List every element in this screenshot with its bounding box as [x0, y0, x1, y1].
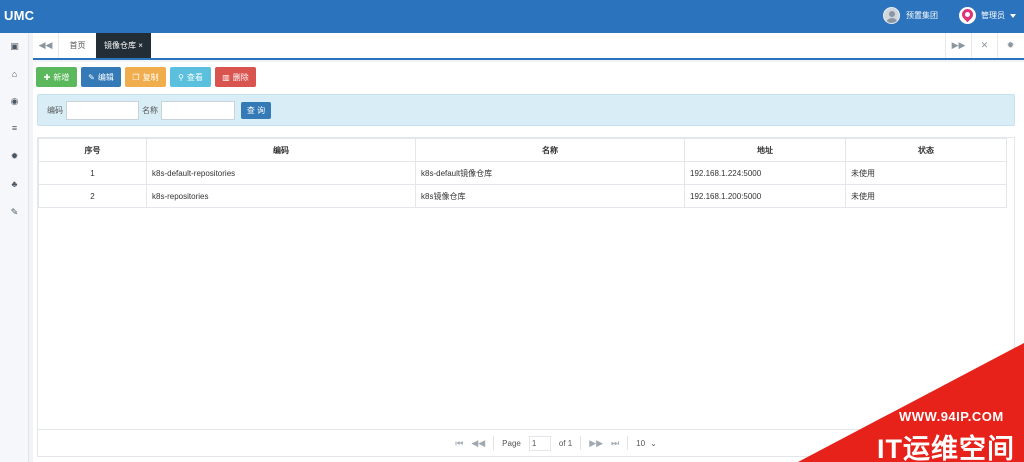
pager-divider [580, 436, 582, 450]
cell-index: 1 [38, 161, 147, 185]
search-button[interactable]: 查 询 [241, 102, 271, 119]
sidebar-item-gear[interactable]: ✹ [0, 147, 29, 165]
name-input[interactable] [161, 101, 235, 120]
trash-icon: ▥ [222, 72, 230, 82]
user-location-icon [959, 7, 976, 24]
search-icon: ⚲ [178, 72, 184, 82]
page-number-input[interactable]: 1 [528, 435, 551, 451]
copy-label: 复制 [142, 72, 159, 82]
sidebar-item-list[interactable]: ≡ [0, 119, 29, 137]
cell-status: 未使用 [845, 184, 1007, 208]
close-icon[interactable]: × [138, 41, 143, 50]
delete-label: 删除 [232, 72, 249, 82]
sidebar-item-bank[interactable]: ⌂ [0, 65, 29, 83]
tab-scroll-left[interactable]: ◀◀ [33, 33, 59, 58]
repository-table: 序号 编码 名称 地址 状态 1 k8s-default-repositorie… [38, 138, 1007, 208]
edit-icon: ✎ [88, 72, 95, 82]
sidebar-item-id-card[interactable]: ▣ [0, 37, 29, 55]
code-input[interactable] [66, 101, 139, 120]
tab-image-repository[interactable]: 镜像仓库 × [96, 33, 151, 58]
search-panel: 编码 名称 查 询 [37, 94, 1015, 126]
plus-icon: ✚ [43, 72, 51, 82]
edit-label: 编辑 [97, 72, 114, 82]
page-size-select[interactable]: 10 ⌄ [636, 439, 657, 448]
first-page-icon[interactable]: ⏮ [455, 438, 463, 449]
gear-icon: ✹ [1006, 40, 1015, 50]
action-toolbar: ✚ 新增 ✎ 编辑 ❐ 复制 ⚲ 查看 ▥ 删除 [36, 67, 256, 87]
view-button[interactable]: ⚲ 查看 [170, 67, 211, 87]
expand-icon: ✕ [980, 40, 989, 50]
id-card-icon: ▣ [10, 40, 19, 51]
cell-code: k8s-repositories [146, 184, 416, 208]
edit-button[interactable]: ✎ 编辑 [81, 67, 121, 87]
sidebar-item-sitemap[interactable]: ♣ [0, 175, 29, 193]
prev-page-icon[interactable]: ◀◀ [471, 438, 485, 449]
pager-divider [493, 436, 495, 450]
org-avatar-icon [883, 7, 900, 24]
user-label: 管理员 [981, 11, 1005, 20]
tab-active-label: 镜像仓库 [104, 41, 137, 50]
chevron-down-icon: ⌄ [650, 438, 657, 448]
sidebar-item-eye[interactable]: ◉ [0, 92, 29, 110]
org-label: 预置集团 [906, 11, 938, 20]
last-page-icon[interactable]: ⏭ [611, 438, 619, 449]
cell-address: 192.168.1.200:5000 [684, 184, 846, 208]
add-button[interactable]: ✚ 新增 [36, 67, 77, 87]
double-left-arrow-icon: ◀◀ [38, 40, 53, 50]
watermark-text: IT运维空间 [877, 434, 1015, 462]
cell-address: 192.168.1.224:5000 [684, 161, 846, 185]
col-header-address[interactable]: 地址 [684, 138, 846, 162]
sitemap-icon: ♣ [11, 179, 18, 189]
cell-name: k8s-default镜像仓库 [415, 161, 685, 185]
table-row[interactable]: 1 k8s-default-repositories k8s-default镜像… [38, 161, 1007, 185]
bank-icon: ⌂ [11, 69, 18, 79]
code-label: 编码 [47, 106, 63, 115]
double-right-arrow-icon: ▶▶ [951, 40, 966, 50]
cell-code: k8s-default-repositories [146, 161, 416, 185]
cell-index: 2 [38, 184, 147, 208]
view-label: 查看 [186, 72, 203, 82]
copy-icon: ❐ [132, 72, 140, 82]
table-header-row: 序号 编码 名称 地址 状态 [38, 138, 1007, 162]
sidebar-item-wrench[interactable]: ✎ [0, 203, 29, 221]
app-logo: UMC [4, 8, 35, 23]
name-label: 名称 [142, 106, 158, 115]
col-header-code[interactable]: 编码 [146, 138, 416, 162]
page-size-value: 10 [636, 438, 646, 448]
data-grid: 序号 编码 名称 地址 状态 1 k8s-default-repositorie… [37, 137, 1015, 457]
tab-scroll-right[interactable]: ▶▶ [945, 33, 971, 58]
chevron-down-icon [1010, 13, 1016, 18]
sidebar: ▣ ⌂ ◉ ≡ ✹ ♣ ✎ [0, 33, 29, 462]
fullscreen-button[interactable]: ✕ [971, 33, 997, 58]
gear-icon: ✹ [10, 150, 19, 161]
col-header-name[interactable]: 名称 [415, 138, 685, 162]
main-content: ✚ 新增 ✎ 编辑 ❐ 复制 ⚲ 查看 ▥ 删除 编码 名称 查 询 序号 编码 名称 [33, 62, 1024, 462]
page-label: Page [502, 438, 521, 448]
wrench-icon: ✎ [10, 206, 19, 217]
tab-home-label: 首页 [69, 41, 86, 50]
tab-home[interactable]: 首页 [60, 33, 95, 58]
col-header-index[interactable]: 序号 [38, 138, 147, 162]
user-menu[interactable]: 管理员 [959, 7, 1016, 24]
next-page-icon[interactable]: ▶▶ [589, 438, 603, 449]
tab-settings-button[interactable]: ✹ [997, 33, 1023, 58]
cell-status: 未使用 [845, 161, 1007, 185]
eye-icon: ◉ [10, 95, 19, 106]
cell-name: k8s镜像仓库 [415, 184, 685, 208]
delete-button[interactable]: ▥ 删除 [215, 67, 256, 87]
copy-button[interactable]: ❐ 复制 [125, 67, 166, 87]
list-icon: ≡ [11, 123, 18, 133]
watermark-url: WWW.94IP.COM [899, 409, 1004, 424]
org-switcher[interactable]: 预置集团 [883, 7, 938, 24]
col-header-status[interactable]: 状态 [845, 138, 1007, 162]
pager-divider [627, 436, 629, 450]
add-label: 新增 [53, 72, 70, 82]
top-header: UMC 预置集团 管理员 [0, 0, 1024, 33]
tab-bar: ◀◀ 首页 镜像仓库 × ▶▶ ✕ ✹ [33, 33, 1024, 60]
table-row[interactable]: 2 k8s-repositories k8s镜像仓库 192.168.1.200… [38, 184, 1007, 208]
page-count-label: of 1 [558, 438, 573, 448]
